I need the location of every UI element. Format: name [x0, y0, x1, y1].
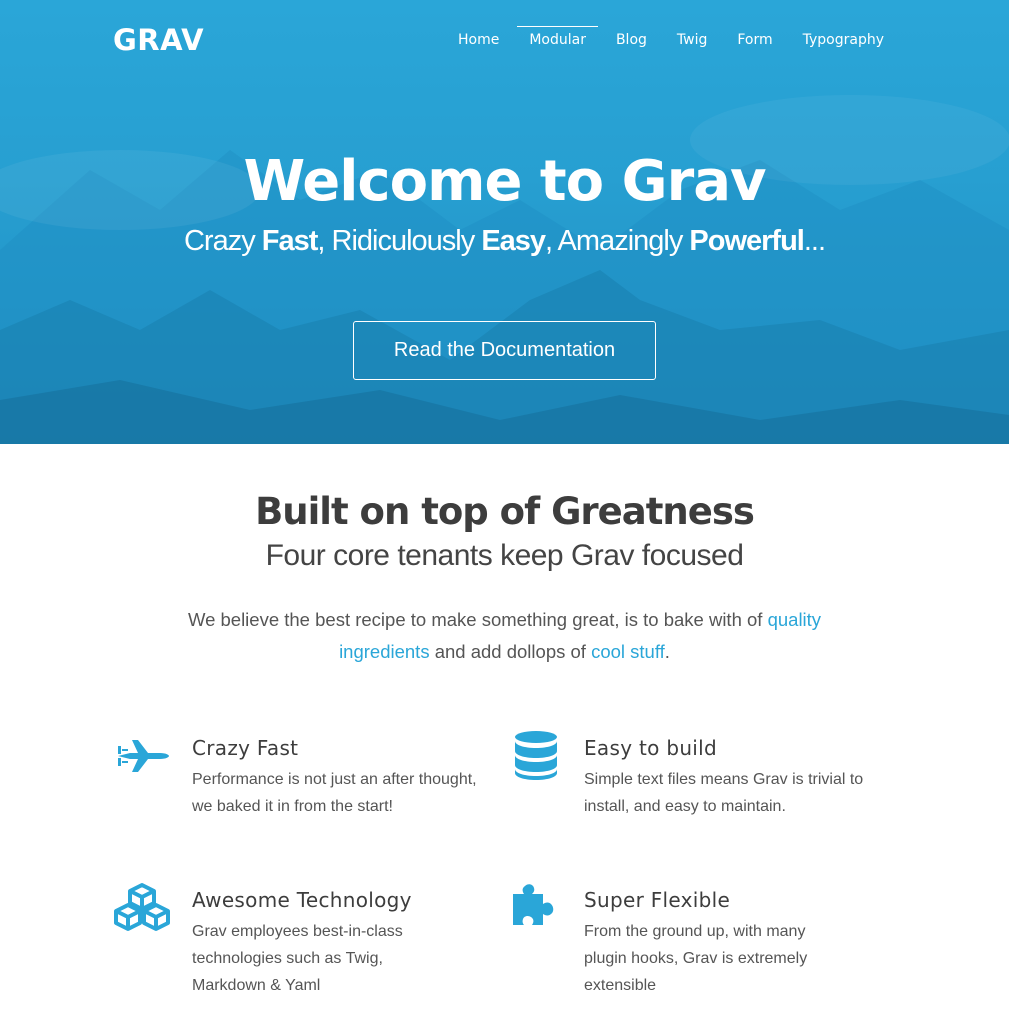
hero-subtitle-emphasis: Easy [481, 225, 546, 257]
intro-paragraph: We believe the best recipe to make somet… [150, 604, 859, 668]
hero-title: Welcome to Grav [243, 149, 766, 214]
hero-banner: GRAV Home Modular Blog Twig Form Typogra… [0, 0, 1009, 444]
site-logo[interactable]: GRAV [113, 22, 204, 58]
nav-item-typography[interactable]: Typography [791, 30, 896, 52]
section-title: Built on top of Greatness [255, 490, 755, 533]
feature-description: Grav employees best-in-class technologie… [192, 923, 403, 994]
puzzle-piece-icon [512, 882, 558, 930]
cubes-icon [112, 882, 172, 936]
hero-subtitle-emphasis: Fast [261, 225, 319, 257]
feature-description: Performance is not just an after thought… [192, 771, 477, 815]
fighter-jet-icon [116, 738, 170, 778]
intro-text: . [664, 641, 670, 662]
feature-title: Crazy Fast [192, 736, 299, 760]
nav-item-form[interactable]: Form [725, 30, 784, 52]
nav-item-blog[interactable]: Blog [604, 30, 659, 52]
nav-item-twig[interactable]: Twig [665, 30, 719, 52]
feature-description: From the ground up, with many plugin hoo… [584, 923, 808, 994]
nav-item-home[interactable]: Home [446, 30, 511, 52]
feature-title: Awesome Technology [192, 888, 412, 912]
database-icon [514, 730, 558, 784]
read-documentation-button[interactable]: Read the Documentation [353, 321, 656, 380]
hero-subtitle-text: Crazy [183, 225, 262, 257]
hero-subtitle-emphasis: Powerful [689, 225, 804, 257]
intro-text: We believe the best recipe to make somet… [187, 609, 768, 630]
nav-item-modular[interactable]: Modular [517, 26, 598, 52]
hero-subtitle-text: ... [803, 225, 826, 257]
hero-subtitle-text: , Ridiculously [317, 225, 482, 257]
feature-title: Easy to build [584, 736, 718, 760]
intro-text: and add dollops of [429, 641, 592, 662]
main-nav: Home Modular Blog Twig Form Typography [446, 26, 896, 52]
feature-description: Simple text files means Grav is trivial … [584, 771, 864, 815]
feature-title: Super Flexible [584, 888, 731, 912]
cool-stuff-link[interactable]: cool stuff [591, 641, 665, 662]
section-subtitle: Four core tenants keep Grav focused [265, 539, 744, 572]
hero-subtitle-text: , Amazingly [545, 225, 690, 257]
hero-subtitle: Crazy Fast, Ridiculously Easy, Amazingly… [0, 222, 1009, 260]
